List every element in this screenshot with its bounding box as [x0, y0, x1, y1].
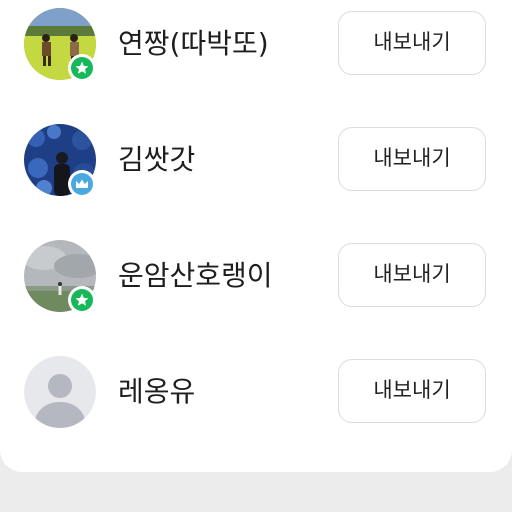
member-name: 김쌋갓	[118, 143, 196, 176]
member-list-card: 연짱(따박또) 내보내기 김쌋갓 내보내기 운암산호랭이 내보내기 레옹유 내보…	[0, 0, 512, 472]
member-name: 연짱(따박또)	[118, 27, 269, 60]
kick-member-button[interactable]: 내보내기	[338, 11, 486, 75]
member-row: 연짱(따박또) 내보내기	[0, 4, 512, 84]
default-avatar-icon[interactable]	[24, 356, 96, 428]
kick-member-button[interactable]: 내보내기	[338, 359, 486, 423]
kick-member-button[interactable]: 내보내기	[338, 127, 486, 191]
member-name: 운암산호랭이	[118, 259, 273, 292]
crown-badge-icon	[68, 170, 96, 198]
star-badge-icon	[68, 54, 96, 82]
member-row: 운암산호랭이 내보내기	[0, 236, 512, 316]
kick-member-button[interactable]: 내보내기	[338, 243, 486, 307]
member-row: 김쌋갓 내보내기	[0, 120, 512, 200]
member-row: 레옹유 내보내기	[0, 352, 512, 432]
member-name: 레옹유	[118, 375, 196, 408]
star-badge-icon	[68, 286, 96, 314]
